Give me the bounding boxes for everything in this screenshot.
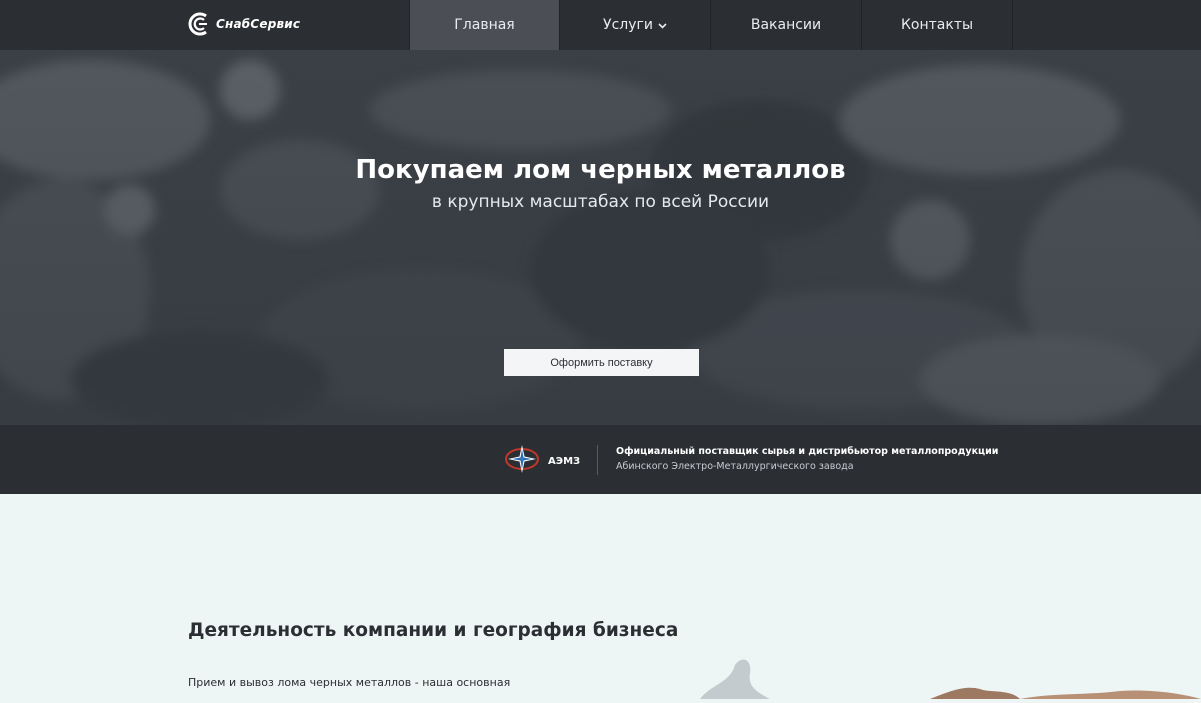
partner-strip: АЭМЗ Официальный поставщик сырья и дистр… bbox=[0, 425, 1201, 494]
aemz-compass-icon bbox=[504, 444, 540, 478]
partner-divider bbox=[597, 445, 598, 475]
nav-item-label: Главная bbox=[454, 17, 515, 33]
chevron-down-icon bbox=[658, 17, 667, 33]
nav-item-services[interactable]: Услуги bbox=[560, 0, 711, 50]
about-section-text: Прием и вывоз лома черных металлов - наш… bbox=[188, 676, 511, 689]
about-section-title: Деятельность компании и география бизнес… bbox=[188, 620, 679, 641]
nav-item-home[interactable]: Главная bbox=[409, 0, 560, 50]
hero-title: Покупаем лом черных металлов bbox=[355, 155, 846, 185]
order-delivery-button[interactable]: Оформить поставку bbox=[504, 349, 699, 376]
partner-line-primary: Официальный поставщик сырья и дистрибьют… bbox=[616, 446, 999, 457]
partner-description: Официальный поставщик сырья и дистрибьют… bbox=[616, 446, 998, 472]
nav-item-label: Контакты bbox=[900, 17, 974, 33]
brand-name: СнабСервис bbox=[216, 17, 301, 31]
nav-item-vacancies[interactable]: Вакансии bbox=[711, 0, 862, 50]
hero-subtitle: в крупных масштабах по всей России bbox=[431, 192, 770, 212]
main-menu: Главная Услуги Вакансии Контакты bbox=[409, 0, 1013, 50]
brand-logo[interactable]: СнабСервис bbox=[188, 10, 300, 38]
snabservis-logo-icon bbox=[188, 11, 210, 37]
hero-banner: Покупаем лом черных металлов в крупных м… bbox=[0, 50, 1201, 425]
partner-logo-text: АЭМЗ bbox=[548, 455, 581, 467]
top-navbar: СнабСервис Главная Услуги Вакансии Конта… bbox=[0, 0, 1201, 50]
nav-item-label: Вакансии bbox=[750, 17, 822, 33]
partner-line-secondary: Абинского Электро-Металлургического заво… bbox=[616, 461, 854, 472]
partner-logo[interactable]: АЭМЗ bbox=[504, 444, 580, 478]
russia-map-image bbox=[690, 655, 1201, 703]
nav-item-label: Услуги bbox=[603, 17, 653, 33]
nav-item-contacts[interactable]: Контакты bbox=[862, 0, 1013, 50]
